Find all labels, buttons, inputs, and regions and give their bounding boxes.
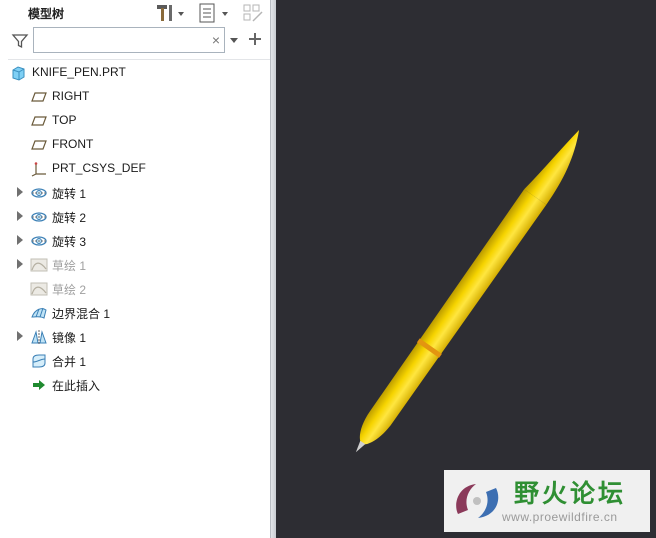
tree-item[interactable]: 草绘 2 <box>0 277 270 301</box>
tree-item[interactable]: TOP <box>0 109 270 133</box>
merge-icon <box>30 353 48 369</box>
tree-item[interactable]: RIGHT <box>0 85 270 109</box>
list-document-icon <box>199 3 228 23</box>
tree-item-label: FRONT <box>52 137 94 151</box>
settings-dropdown-button[interactable] <box>154 3 184 23</box>
graphics-viewport[interactable]: 野火论坛 www.proewildfire.cn <box>276 0 656 538</box>
datum-plane-icon <box>30 89 48 105</box>
tree-item[interactable]: PRT_CSYS_DEF <box>0 157 270 181</box>
tree-item-label: 旋转 2 <box>52 211 87 225</box>
knife-pen-model <box>355 130 580 453</box>
tree-item[interactable]: KNIFE_PEN.PRT <box>0 61 270 85</box>
revolve-icon <box>30 185 48 201</box>
model-tree-panel: 模型树 × KNIFE_PEN.PRT RIGHT TOP FRONT PRT_… <box>0 0 270 538</box>
insert-here-arrow-icon <box>30 377 48 393</box>
tree-item-label: 草绘 1 <box>52 259 87 273</box>
tree-item[interactable]: 旋转 1 <box>0 181 270 205</box>
tree-item[interactable]: 在此插入 <box>0 373 270 397</box>
watermark-logo-icon <box>456 484 499 518</box>
sketch-icon <box>30 281 48 297</box>
expand-arrow-icon[interactable] <box>17 235 23 245</box>
tree-item[interactable]: 边界混合 1 <box>0 301 270 325</box>
boundary-blend-icon <box>30 305 48 321</box>
expand-arrow-icon[interactable] <box>17 211 23 221</box>
search-options-chevron-down-icon[interactable] <box>229 35 239 45</box>
divider <box>8 59 270 60</box>
clear-icon[interactable]: × <box>212 31 220 49</box>
hide-items-button[interactable] <box>242 3 264 23</box>
pen-body-shape <box>359 189 547 445</box>
tree-item[interactable]: FRONT <box>0 133 270 157</box>
tree-item-label: RIGHT <box>52 89 90 103</box>
tree-item-label: TOP <box>52 113 77 127</box>
filter-icon[interactable] <box>11 32 29 50</box>
tree-item-label: 在此插入 <box>52 379 101 393</box>
model-tree-header: 模型树 <box>0 0 270 26</box>
revolve-icon <box>30 209 48 225</box>
tree-item-label: 旋转 3 <box>52 235 87 249</box>
sketch-icon <box>30 257 48 273</box>
watermark-title: 野火论坛 <box>514 480 627 508</box>
add-icon[interactable] <box>248 32 262 46</box>
mirror-icon <box>30 329 48 345</box>
tree-item[interactable]: 旋转 2 <box>0 205 270 229</box>
search-field[interactable]: × <box>33 27 225 53</box>
tree-item-label: 边界混合 1 <box>52 307 111 321</box>
revolve-icon <box>30 233 48 249</box>
expand-arrow-icon[interactable] <box>17 331 23 341</box>
datum-plane-icon <box>30 137 48 153</box>
tree-item-label: 合并 1 <box>52 355 87 369</box>
watermark-url: www.proewildfire.cn <box>502 510 618 524</box>
tree-item-label: 旋转 1 <box>52 187 87 201</box>
tree-item[interactable]: 草绘 1 <box>0 253 270 277</box>
tree-item-label: 草绘 2 <box>52 283 87 297</box>
tree-item-label: 镜像 1 <box>52 331 87 345</box>
show-dropdown-button[interactable] <box>198 3 232 23</box>
tree-item[interactable]: 合并 1 <box>0 349 270 373</box>
expand-arrow-icon[interactable] <box>17 187 23 197</box>
tree-item[interactable]: 旋转 3 <box>0 229 270 253</box>
watermark: 野火论坛 www.proewildfire.cn <box>444 470 650 532</box>
expand-arrow-icon[interactable] <box>17 259 23 269</box>
part-icon <box>10 65 28 81</box>
grid-hide-icon <box>243 4 263 22</box>
datum-plane-icon <box>30 113 48 129</box>
hammer-tools-icon <box>157 5 184 21</box>
blade-shape <box>524 130 580 205</box>
tree-item-label: PRT_CSYS_DEF <box>52 161 146 175</box>
tree-item[interactable]: 镜像 1 <box>0 325 270 349</box>
panel-title: 模型树 <box>28 7 65 21</box>
coordinate-system-icon <box>30 161 48 177</box>
tree-item-label: KNIFE_PEN.PRT <box>32 65 126 79</box>
